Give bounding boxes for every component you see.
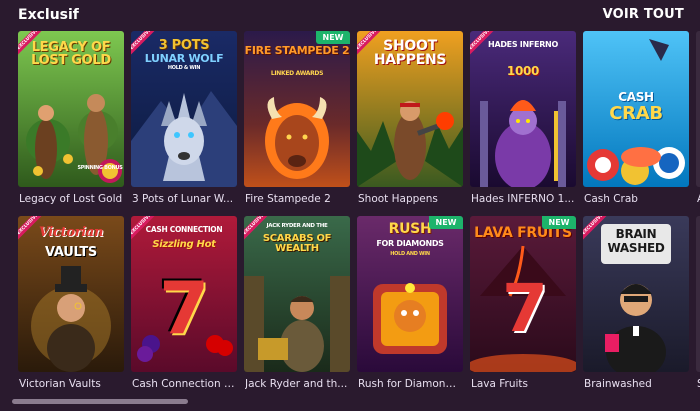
game-thumbnail[interactable]: LAVA FRUITS 7 NEW [470,216,576,372]
game-name: Cash Crab [584,193,638,205]
game-logo-text: FIRE STAMPEDE 2 [244,44,350,57]
games-row-2: Victorian VAULTS EXCLUSIVE Victorian Vau… [18,216,700,394]
game-tile-shoot-happens[interactable]: SHOOT HAPPENS EXCLUSIVE Shoot Happens [357,31,463,209]
section-header: Exclusif VOIR TOUT [0,0,700,30]
game-logo-text: CASH [618,90,654,104]
game-name: Legacy of Lost Gold [19,193,123,205]
horizontal-scrollbar[interactable] [0,398,700,405]
game-logo-sub: 1000 [506,64,540,78]
game-logo-text: SHOOT HAPPENS [373,38,447,68]
game-logo-tag: HOLD & WIN [167,65,201,71]
game-tile-cash-crab[interactable]: CASH CRAB Cash Crab [583,31,689,209]
game-logo-sub: LINKED AWARDS [270,70,324,77]
game-name: Lava Fruits [471,378,529,390]
game-logo-text: JACK RYDER AND THE [266,223,328,229]
game-tile-lava-fruits[interactable]: LAVA FRUITS 7 NEW Lava Fruits [470,216,576,394]
game-thumbnail[interactable]: SHOOT HAPPENS EXCLUSIVE [357,31,463,187]
game-name: Victorian Vaults [19,378,101,390]
game-thumbnail[interactable] [696,216,700,372]
game-tile-fire-stampede-2[interactable]: FIRE STAMPEDE 2 LINKED AWARDS NEW Fire S… [244,31,350,209]
game-logo-sub: FOR DIAMONDS [376,239,444,248]
game-tile-partial[interactable]: S [696,216,700,394]
game-logo-text: LEGACY OF LOST GOLD [31,40,111,68]
game-tile-rush-for-diamonds[interactable]: RUSH FOR DIAMONDS HOLD AND WIN NEW Rush … [357,216,463,394]
game-thumbnail[interactable]: RUSH FOR DIAMONDS HOLD AND WIN NEW [357,216,463,372]
game-logo-tag: HOLD AND WIN [390,251,430,257]
see-all-link[interactable]: VOIR TOUT [603,7,684,22]
game-thumbnail[interactable]: CASH CRAB [583,31,689,187]
new-badge: NEW [542,216,576,229]
game-name: Brainwashed [584,378,652,390]
game-tile-cash-connection-sizzling-hot[interactable]: CASH CONNECTION Sizzling Hot 7 EXCLUSIVE… [131,216,237,394]
game-name: 3 Pots of Lunar W... [132,193,234,205]
game-name: Fire Stampede 2 [245,193,331,205]
game-thumbnail[interactable]: LEGACY OF LOST GOLD SPINNING BONUS EXCLU… [18,31,124,187]
game-logo-text: BRAIN [615,227,657,241]
game-logo-sub: SPINNING BONUS [77,165,123,171]
game-thumbnail[interactable]: HADES INFERNO 1000 EXCLUSIVE [470,31,576,187]
game-logo-sub: Sizzling Hot [152,239,216,250]
game-name: Jack Ryder and th... [245,378,348,390]
scrollbar-thumb[interactable] [12,399,188,404]
game-logo-text: HADES INFERNO [488,40,558,49]
game-logo-text: 3 POTS [158,38,210,53]
games-row-1: LEGACY OF LOST GOLD SPINNING BONUS EXCLU… [18,31,700,209]
new-badge: NEW [429,216,463,229]
game-tile-jack-ryder[interactable]: JACK RYDER AND THE SCARABS OF WEALTH EXC… [244,216,350,394]
game-name: Hades INFERNO 1... [471,193,575,205]
game-logo-sub: SCARABS OF WEALTH [262,233,332,254]
game-thumbnail[interactable]: BRAIN WASHED EXCLUSIVE [583,216,689,372]
game-name: Shoot Happens [358,193,438,205]
game-thumbnail[interactable]: 3 POTS LUNAR WOLF HOLD & WIN EXCLUSIVE [131,31,237,187]
hades-art [470,31,576,187]
section-title: Exclusif [18,7,79,23]
game-tile-brainwashed[interactable]: BRAIN WASHED EXCLUSIVE Brainwashed [583,216,689,394]
game-tile-hades-inferno-1000[interactable]: HADES INFERNO 1000 EXCLUSIVE Hades INFER… [470,31,576,209]
game-tile-partial[interactable]: A [696,31,700,209]
game-thumbnail[interactable]: Victorian VAULTS EXCLUSIVE [18,216,124,372]
game-logo-sub: WASHED [607,241,665,255]
game-logo-text: CASH CONNECTION [145,225,223,234]
game-logo-sub: VAULTS [45,245,97,260]
game-thumbnail[interactable]: FIRE STAMPEDE 2 LINKED AWARDS NEW [244,31,350,187]
game-name: Cash Connection S... [132,378,236,390]
seven-symbol-icon: 7 [159,266,209,350]
seven-symbol-icon: 7 [502,270,548,347]
game-tile-3-pots-of-lunar-wolf[interactable]: 3 POTS LUNAR WOLF HOLD & WIN EXCLUSIVE 3… [131,31,237,209]
game-thumbnail[interactable]: CASH CONNECTION Sizzling Hot 7 EXCLUSIVE [131,216,237,372]
game-name: Rush for Diamond... [358,378,462,390]
game-thumbnail[interactable]: JACK RYDER AND THE SCARABS OF WEALTH EXC… [244,216,350,372]
game-thumbnail[interactable] [696,31,700,187]
game-tile-victorian-vaults[interactable]: Victorian VAULTS EXCLUSIVE Victorian Vau… [18,216,124,394]
game-logo-text: Victorian [38,225,104,240]
game-tile-legacy-of-lost-gold[interactable]: LEGACY OF LOST GOLD SPINNING BONUS EXCLU… [18,31,124,209]
game-logo-sub: LUNAR WOLF [144,52,224,65]
game-logo-sub: CRAB [609,103,663,124]
new-badge: NEW [316,31,350,44]
